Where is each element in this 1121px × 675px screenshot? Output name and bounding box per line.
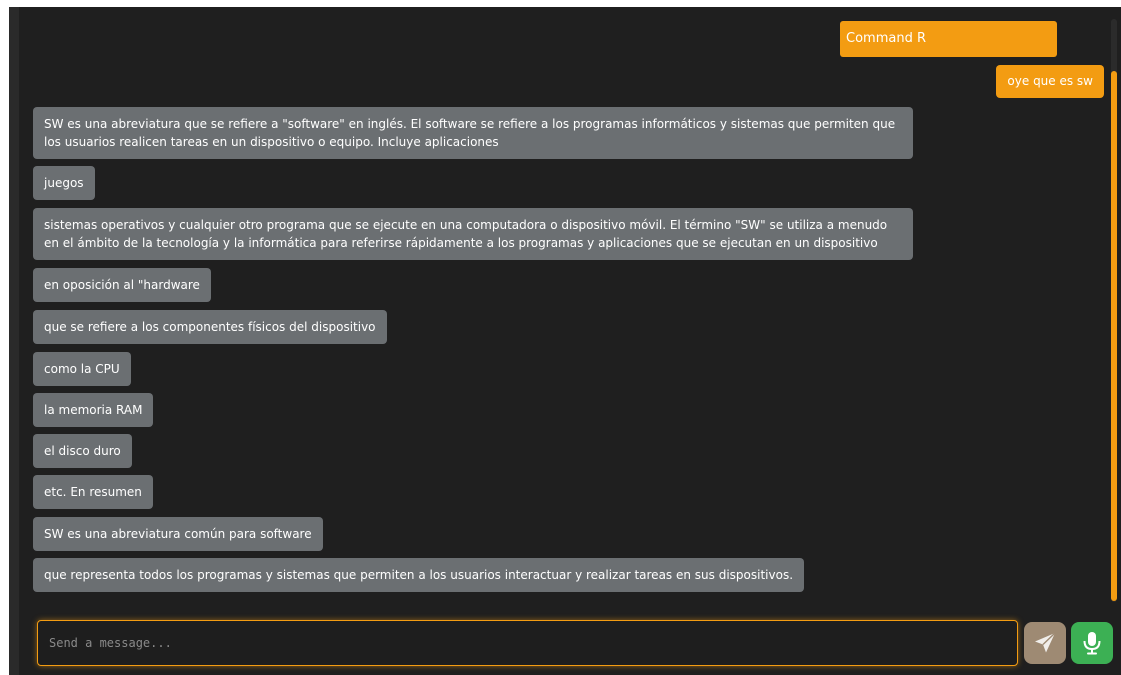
- microphone-button[interactable]: [1071, 622, 1113, 664]
- send-icon: [1035, 632, 1056, 653]
- chat-app: Command R oye que es sw SW es una abrevi…: [9, 7, 1121, 675]
- bot-message: que se refiere a los componentes físicos…: [33, 310, 387, 344]
- message-input-container: [37, 620, 1018, 666]
- bot-message: como la CPU: [33, 352, 131, 386]
- left-edge: [9, 7, 19, 675]
- bot-message: SW es una abreviatura que se refiere a "…: [33, 107, 913, 159]
- bot-message: etc. En resumen: [33, 475, 153, 509]
- send-button[interactable]: [1024, 622, 1066, 664]
- bot-message: en oposición al "hardware: [33, 268, 211, 302]
- bot-message: juegos: [33, 166, 95, 200]
- user-message: oye que es sw: [996, 65, 1104, 98]
- bot-message: el disco duro: [33, 434, 132, 468]
- model-selector[interactable]: Command R: [840, 21, 1057, 57]
- bot-message: sistemas operativos y cualquier otro pro…: [33, 208, 913, 260]
- chat-scrollbar-thumb[interactable]: [1111, 71, 1117, 601]
- bot-message: SW es una abreviatura común para softwar…: [33, 517, 323, 551]
- message-input[interactable]: [38, 621, 1017, 665]
- bot-message: que representa todos los programas y sis…: [33, 558, 805, 592]
- bot-message: la memoria RAM: [33, 393, 154, 427]
- microphone-icon: [1083, 632, 1101, 655]
